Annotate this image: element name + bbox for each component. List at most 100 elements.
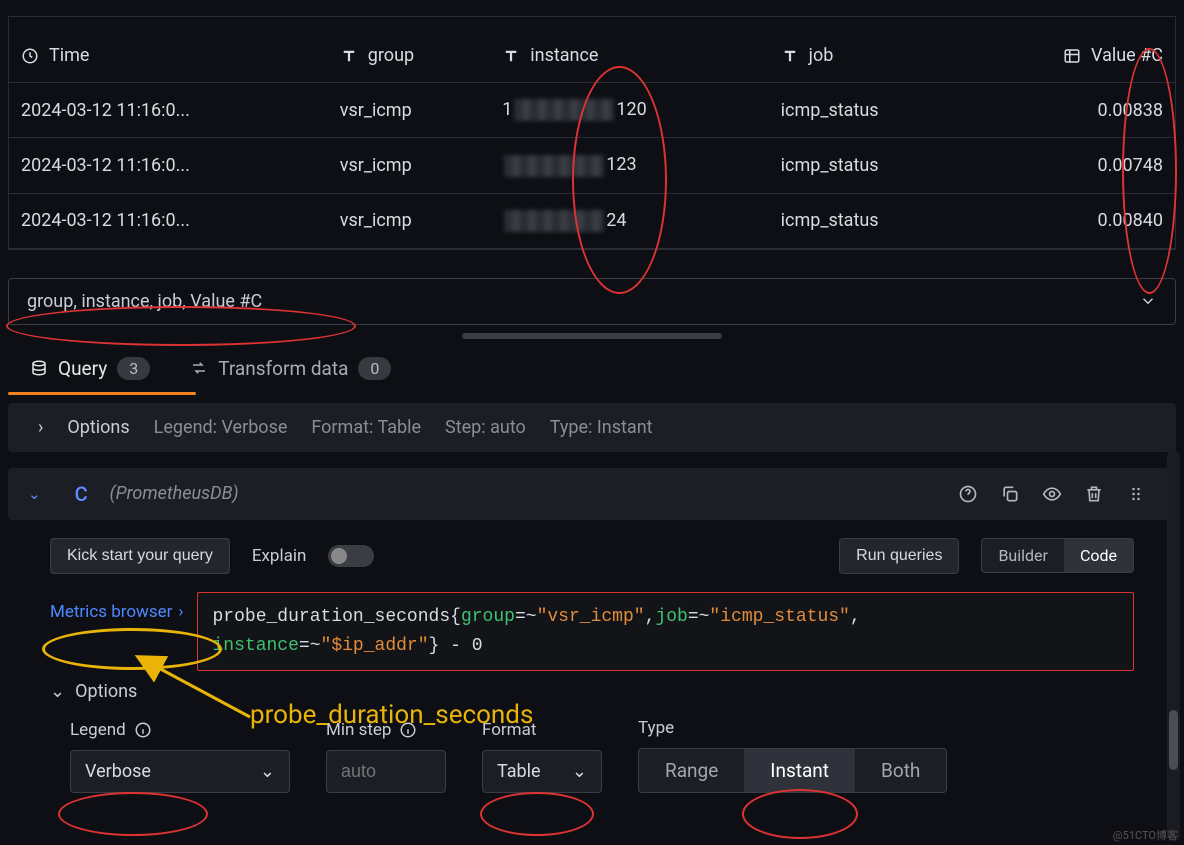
tab-transform-label: Transform data [218, 357, 348, 380]
kick-start-button[interactable]: Kick start your query [50, 538, 230, 574]
transform-icon [190, 359, 208, 377]
cell-instance: 123 [490, 138, 768, 193]
chevron-right-icon: › [178, 602, 183, 622]
tab-query[interactable]: Query 3 [30, 357, 150, 392]
cell-job: icmp_status [769, 83, 970, 138]
summary-type: Type: Instant [550, 417, 653, 438]
tab-underline [8, 392, 196, 395]
chevron-down-icon: ⌄ [260, 761, 275, 782]
cell-group: vsr_icmp [328, 138, 490, 193]
gauge-icon [1063, 47, 1081, 65]
type-both-button[interactable]: Both [855, 749, 946, 792]
type-range-button[interactable]: Range [639, 749, 744, 792]
text-icon [340, 47, 358, 65]
cell-time: 2024-03-12 11:16:0... [9, 193, 328, 248]
cell-job: icmp_status [769, 193, 970, 248]
vertical-scrollbar[interactable] [1167, 450, 1180, 841]
cell-group: vsr_icmp [328, 193, 490, 248]
format-select[interactable]: Table ⌄ [482, 750, 602, 793]
run-queries-button[interactable]: Run queries [839, 538, 959, 574]
eye-icon[interactable] [1042, 484, 1062, 504]
cell-instance: 24 [490, 193, 768, 248]
clock-icon [21, 47, 39, 65]
code-row: Metrics browser › probe_duration_seconds… [50, 592, 1134, 672]
tab-query-label: Query [58, 357, 107, 380]
table: Time group instance job Value #C [9, 17, 1175, 249]
annotation-ellipse [742, 789, 858, 839]
cell-value: 0.00840 [970, 193, 1175, 248]
fields-summary: group, instance, job, Value #C [27, 291, 262, 312]
copy-icon[interactable] [1000, 484, 1020, 504]
help-icon[interactable] [958, 484, 978, 504]
code-button[interactable]: Code [1064, 539, 1133, 572]
col-time[interactable]: Time [9, 17, 328, 83]
chevron-down-icon: ⌄ [50, 681, 65, 702]
table-row[interactable]: 2024-03-12 11:16:0... vsr_icmp 123 icmp_… [9, 138, 1175, 193]
col-group-label: group [368, 45, 414, 66]
explain-toggle[interactable] [328, 545, 374, 567]
builder-button[interactable]: Builder [982, 539, 1064, 572]
col-instance[interactable]: instance [490, 17, 768, 83]
minstep-input[interactable] [326, 750, 446, 793]
query-options-toggle[interactable]: ⌄ Options [50, 681, 1134, 702]
panel-tabs: Query 3 Transform data 0 [0, 357, 1184, 392]
trash-icon[interactable] [1084, 484, 1104, 504]
tab-transform[interactable]: Transform data 0 [190, 357, 391, 392]
cell-time: 2024-03-12 11:16:0... [9, 138, 328, 193]
type-field: Type Range Instant Both [638, 718, 947, 793]
legend-select[interactable]: Verbose ⌄ [70, 750, 290, 793]
tab-query-count: 3 [117, 357, 150, 380]
redacted [514, 99, 614, 121]
legend-field: Legend Verbose ⌄ [70, 720, 290, 793]
col-time-label: Time [49, 45, 89, 66]
tab-transform-count: 0 [358, 357, 391, 380]
drag-icon[interactable] [1126, 484, 1146, 504]
database-icon [30, 359, 48, 377]
promql-editor[interactable]: probe_duration_seconds{group=~"vsr_icmp"… [197, 592, 1134, 672]
cell-time: 2024-03-12 11:16:0... [9, 83, 328, 138]
minstep-text-input[interactable] [341, 761, 421, 782]
summary-format: Format: Table [311, 417, 421, 438]
summary-legend: Legend: Verbose [154, 417, 288, 438]
builder-code-segment: Builder Code [981, 538, 1134, 573]
query-options-form: Legend Verbose ⌄ Min step Format Table ⌄… [70, 718, 1134, 793]
col-group[interactable]: group [328, 17, 490, 83]
options-label: Options [67, 417, 129, 438]
fields-dropdown[interactable]: group, instance, job, Value #C [8, 278, 1176, 325]
type-instant-button[interactable]: Instant [744, 749, 855, 792]
query-summary-bar[interactable]: › Options Legend: Verbose Format: Table … [8, 403, 1176, 452]
redacted [504, 155, 604, 177]
annotation-ellipse [480, 792, 594, 836]
col-value-label: Value #C [1091, 45, 1163, 66]
minstep-field: Min step [326, 720, 446, 793]
type-segment: Range Instant Both [638, 748, 947, 793]
query-header: ⌄ C (PrometheusDB) [8, 468, 1176, 520]
query-datasource: (PrometheusDB) [110, 483, 239, 504]
text-icon [781, 47, 799, 65]
col-instance-label: instance [530, 45, 598, 66]
summary-step: Step: auto [445, 417, 526, 438]
format-field: Format Table ⌄ [482, 720, 602, 793]
text-icon [502, 47, 520, 65]
cell-value: 0.00838 [970, 83, 1175, 138]
chevron-down-icon [1139, 292, 1157, 310]
info-icon[interactable] [134, 721, 152, 739]
annotation-ellipse [58, 792, 208, 836]
chevron-right-icon: › [38, 417, 43, 438]
results-table: Time group instance job Value #C [8, 16, 1176, 250]
cell-value: 0.00748 [970, 138, 1175, 193]
redacted [504, 210, 604, 232]
horizontal-scrollbar[interactable] [462, 333, 722, 339]
query-toolbar: Kick start your query Explain Run querie… [50, 538, 1134, 574]
cell-instance: 1120 [490, 83, 768, 138]
chevron-down-icon[interactable]: ⌄ [28, 485, 41, 503]
table-row[interactable]: 2024-03-12 11:16:0... vsr_icmp 1120 icmp… [9, 83, 1175, 138]
cell-group: vsr_icmp [328, 83, 490, 138]
metrics-browser-link[interactable]: Metrics browser › [50, 592, 183, 622]
cell-job: icmp_status [769, 138, 970, 193]
col-value[interactable]: Value #C [970, 17, 1175, 83]
info-icon[interactable] [399, 721, 417, 739]
col-job[interactable]: job [769, 17, 970, 83]
table-row[interactable]: 2024-03-12 11:16:0... vsr_icmp 24 icmp_s… [9, 193, 1175, 248]
options-label: Options [75, 681, 137, 702]
